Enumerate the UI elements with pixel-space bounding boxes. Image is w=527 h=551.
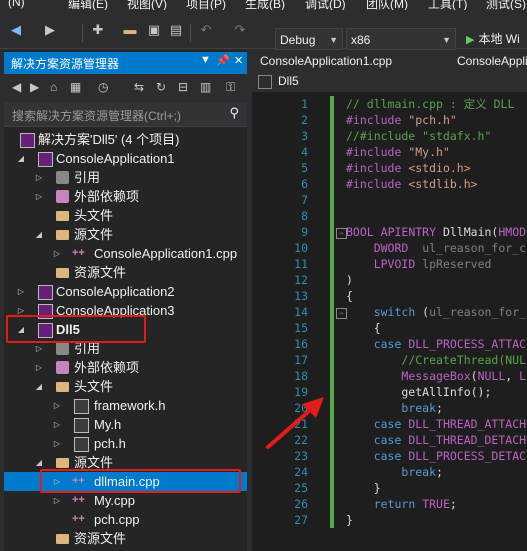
annotation-arrow <box>266 397 324 449</box>
